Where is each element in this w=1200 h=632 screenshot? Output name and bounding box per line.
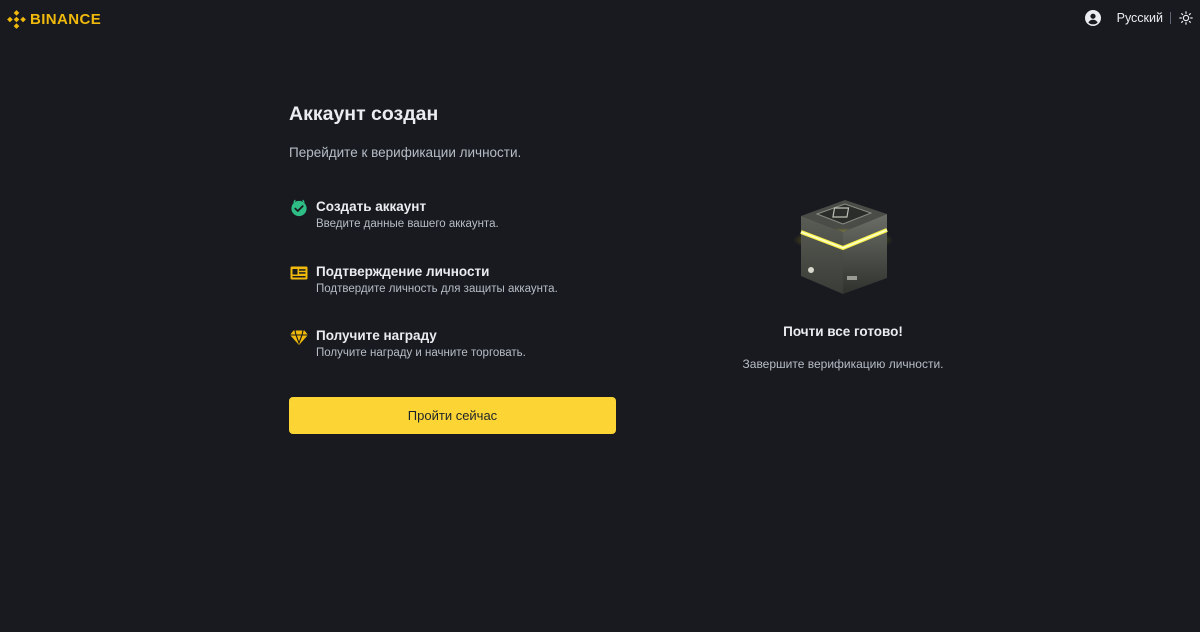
- brand-name: BINANCE: [30, 11, 102, 28]
- ready-title: Почти все готово!: [783, 324, 903, 339]
- reward-box-illustration: [793, 200, 893, 294]
- id-card-icon: [290, 266, 308, 280]
- step-title: Подтверждение личности: [316, 264, 490, 279]
- language-selector[interactable]: Русский: [1117, 11, 1163, 25]
- top-header: BINANCE Русский: [0, 0, 1200, 38]
- verify-now-button[interactable]: Пройти сейчас: [289, 397, 616, 434]
- step-description: Введите данные вашего аккаунта.: [316, 218, 499, 230]
- header-actions: Русский: [1084, 10, 1193, 26]
- step-title: Получите награду: [316, 328, 437, 343]
- user-account-icon[interactable]: [1084, 10, 1101, 26]
- sun-theme-icon[interactable]: [1179, 11, 1193, 25]
- diamond-reward-icon: [290, 330, 308, 345]
- header-divider: [1170, 12, 1171, 24]
- step-title: Создать аккаунт: [316, 199, 427, 214]
- page-title: Аккаунт создан: [289, 103, 439, 125]
- step-description: Получите награду и начните торговать.: [316, 347, 526, 359]
- check-circle-icon: [291, 199, 307, 217]
- ready-description: Завершите верификацию личности.: [742, 357, 944, 371]
- page-subtitle: Перейдите к верификации личности.: [289, 145, 522, 160]
- binance-logo[interactable]: BINANCE: [7, 10, 101, 29]
- step-description: Подтвердите личность для защиты аккаунта…: [316, 283, 558, 295]
- binance-logo-icon: [7, 10, 26, 29]
